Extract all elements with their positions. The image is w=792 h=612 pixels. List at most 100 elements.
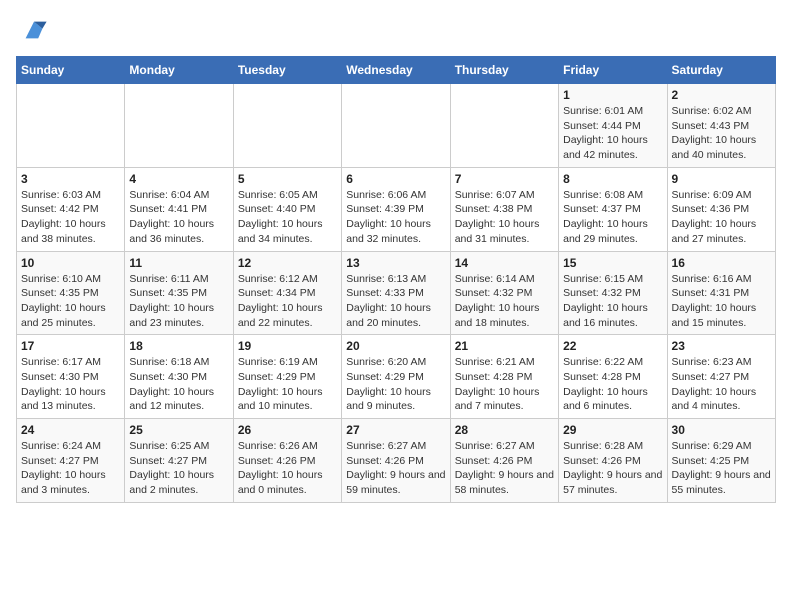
calendar-day-cell: 29 Sunrise: 6:28 AM Sunset: 4:26 PM Dayli…	[559, 419, 667, 503]
calendar-day-cell: 28 Sunrise: 6:27 AM Sunset: 4:26 PM Dayli…	[450, 419, 558, 503]
day-info: Sunrise: 6:28 AM Sunset: 4:26 PM Dayligh…	[563, 439, 662, 498]
day-number: 9	[672, 172, 771, 186]
day-number: 11	[129, 256, 228, 270]
calendar-day-cell: 15 Sunrise: 6:15 AM Sunset: 4:32 PM Dayli…	[559, 251, 667, 335]
day-info: Sunrise: 6:11 AM Sunset: 4:35 PM Dayligh…	[129, 272, 228, 331]
logo-icon	[20, 16, 48, 44]
calendar-day-cell: 6 Sunrise: 6:06 AM Sunset: 4:39 PM Daylig…	[342, 167, 450, 251]
day-number: 29	[563, 423, 662, 437]
calendar-day-cell	[450, 84, 558, 168]
calendar-day-header: Sunday	[17, 57, 125, 84]
calendar-week-row: 1 Sunrise: 6:01 AM Sunset: 4:44 PM Daylig…	[17, 84, 776, 168]
day-number: 14	[455, 256, 554, 270]
calendar-day-cell: 3 Sunrise: 6:03 AM Sunset: 4:42 PM Daylig…	[17, 167, 125, 251]
day-info: Sunrise: 6:18 AM Sunset: 4:30 PM Dayligh…	[129, 355, 228, 414]
calendar-week-row: 24Sunrise: 6:24 AM Sunset: 4:27 PM Dayli…	[17, 419, 776, 503]
day-info: Sunrise: 6:10 AM Sunset: 4:35 PM Dayligh…	[21, 272, 120, 331]
calendar-day-header: Tuesday	[233, 57, 341, 84]
calendar-day-cell: 1 Sunrise: 6:01 AM Sunset: 4:44 PM Daylig…	[559, 84, 667, 168]
day-number: 3	[21, 172, 120, 186]
calendar-day-cell: 10 Sunrise: 6:10 AM Sunset: 4:35 PM Dayli…	[17, 251, 125, 335]
calendar-day-cell: 17 Sunrise: 6:17 AM Sunset: 4:30 PM Dayli…	[17, 335, 125, 419]
day-number: 2	[672, 88, 771, 102]
calendar-day-cell: 8 Sunrise: 6:08 AM Sunset: 4:37 PM Daylig…	[559, 167, 667, 251]
day-info: Sunrise: 6:17 AM Sunset: 4:30 PM Dayligh…	[21, 355, 120, 414]
calendar-week-row: 3 Sunrise: 6:03 AM Sunset: 4:42 PM Daylig…	[17, 167, 776, 251]
day-info: Sunrise: 6:26 AM Sunset: 4:26 PM Dayligh…	[238, 439, 337, 498]
day-info: Sunrise: 6:20 AM Sunset: 4:29 PM Dayligh…	[346, 355, 445, 414]
calendar-day-cell: 22Sunrise: 6:22 AM Sunset: 4:28 PM Dayli…	[559, 335, 667, 419]
day-number: 15	[563, 256, 662, 270]
day-info: Sunrise: 6:27 AM Sunset: 4:26 PM Dayligh…	[346, 439, 445, 498]
calendar-day-cell: 20 Sunrise: 6:20 AM Sunset: 4:29 PM Dayli…	[342, 335, 450, 419]
calendar-day-header: Saturday	[667, 57, 775, 84]
calendar-day-cell: 23Sunrise: 6:23 AM Sunset: 4:27 PM Dayli…	[667, 335, 775, 419]
day-number: 30	[672, 423, 771, 437]
day-info: Sunrise: 6:25 AM Sunset: 4:27 PM Dayligh…	[129, 439, 228, 498]
day-number: 20	[346, 339, 445, 353]
calendar-day-cell	[342, 84, 450, 168]
calendar-day-cell: 27 Sunrise: 6:27 AM Sunset: 4:26 PM Dayli…	[342, 419, 450, 503]
day-info: Sunrise: 6:08 AM Sunset: 4:37 PM Dayligh…	[563, 188, 662, 247]
calendar-table: SundayMondayTuesdayWednesdayThursdayFrid…	[16, 56, 776, 503]
day-info: Sunrise: 6:27 AM Sunset: 4:26 PM Dayligh…	[455, 439, 554, 498]
day-info: Sunrise: 6:02 AM Sunset: 4:43 PM Dayligh…	[672, 104, 771, 163]
day-info: Sunrise: 6:07 AM Sunset: 4:38 PM Dayligh…	[455, 188, 554, 247]
day-number: 19	[238, 339, 337, 353]
day-info: Sunrise: 6:13 AM Sunset: 4:33 PM Dayligh…	[346, 272, 445, 331]
page-header	[16, 16, 776, 44]
logo	[16, 16, 48, 44]
day-info: Sunrise: 6:04 AM Sunset: 4:41 PM Dayligh…	[129, 188, 228, 247]
calendar-day-cell: 13 Sunrise: 6:13 AM Sunset: 4:33 PM Dayli…	[342, 251, 450, 335]
day-info: Sunrise: 6:12 AM Sunset: 4:34 PM Dayligh…	[238, 272, 337, 331]
calendar-day-cell: 11 Sunrise: 6:11 AM Sunset: 4:35 PM Dayli…	[125, 251, 233, 335]
day-number: 5	[238, 172, 337, 186]
day-info: Sunrise: 6:03 AM Sunset: 4:42 PM Dayligh…	[21, 188, 120, 247]
day-number: 13	[346, 256, 445, 270]
day-number: 6	[346, 172, 445, 186]
day-info: Sunrise: 6:19 AM Sunset: 4:29 PM Dayligh…	[238, 355, 337, 414]
day-number: 8	[563, 172, 662, 186]
day-number: 26	[238, 423, 337, 437]
day-info: Sunrise: 6:16 AM Sunset: 4:31 PM Dayligh…	[672, 272, 771, 331]
calendar-week-row: 10 Sunrise: 6:10 AM Sunset: 4:35 PM Dayli…	[17, 251, 776, 335]
calendar-day-header: Thursday	[450, 57, 558, 84]
day-info: Sunrise: 6:01 AM Sunset: 4:44 PM Dayligh…	[563, 104, 662, 163]
calendar-day-cell: 7 Sunrise: 6:07 AM Sunset: 4:38 PM Daylig…	[450, 167, 558, 251]
day-number: 23	[672, 339, 771, 353]
day-info: Sunrise: 6:21 AM Sunset: 4:28 PM Dayligh…	[455, 355, 554, 414]
day-info: Sunrise: 6:09 AM Sunset: 4:36 PM Dayligh…	[672, 188, 771, 247]
calendar-day-cell	[125, 84, 233, 168]
day-info: Sunrise: 6:29 AM Sunset: 4:25 PM Dayligh…	[672, 439, 771, 498]
calendar-day-cell: 18 Sunrise: 6:18 AM Sunset: 4:30 PM Dayli…	[125, 335, 233, 419]
calendar-day-cell	[17, 84, 125, 168]
calendar-day-header: Wednesday	[342, 57, 450, 84]
day-info: Sunrise: 6:06 AM Sunset: 4:39 PM Dayligh…	[346, 188, 445, 247]
calendar-day-cell: 5Sunrise: 6:05 AM Sunset: 4:40 PM Daylig…	[233, 167, 341, 251]
day-number: 27	[346, 423, 445, 437]
calendar-day-cell: 9 Sunrise: 6:09 AM Sunset: 4:36 PM Daylig…	[667, 167, 775, 251]
day-number: 4	[129, 172, 228, 186]
day-number: 21	[455, 339, 554, 353]
day-info: Sunrise: 6:14 AM Sunset: 4:32 PM Dayligh…	[455, 272, 554, 331]
day-number: 12	[238, 256, 337, 270]
calendar-day-header: Monday	[125, 57, 233, 84]
calendar-day-cell: 12 Sunrise: 6:12 AM Sunset: 4:34 PM Dayli…	[233, 251, 341, 335]
calendar-day-cell: 26 Sunrise: 6:26 AM Sunset: 4:26 PM Dayli…	[233, 419, 341, 503]
day-number: 18	[129, 339, 228, 353]
calendar-day-cell: 16Sunrise: 6:16 AM Sunset: 4:31 PM Dayli…	[667, 251, 775, 335]
calendar-day-cell: 24Sunrise: 6:24 AM Sunset: 4:27 PM Dayli…	[17, 419, 125, 503]
calendar-day-cell: 21 Sunrise: 6:21 AM Sunset: 4:28 PM Dayli…	[450, 335, 558, 419]
day-info: Sunrise: 6:24 AM Sunset: 4:27 PM Dayligh…	[21, 439, 120, 498]
day-info: Sunrise: 6:15 AM Sunset: 4:32 PM Dayligh…	[563, 272, 662, 331]
calendar-week-row: 17 Sunrise: 6:17 AM Sunset: 4:30 PM Dayli…	[17, 335, 776, 419]
day-number: 7	[455, 172, 554, 186]
day-number: 17	[21, 339, 120, 353]
day-number: 10	[21, 256, 120, 270]
calendar-day-cell: 25Sunrise: 6:25 AM Sunset: 4:27 PM Dayli…	[125, 419, 233, 503]
day-number: 1	[563, 88, 662, 102]
calendar-day-header: Friday	[559, 57, 667, 84]
calendar-day-cell: 30 Sunrise: 6:29 AM Sunset: 4:25 PM Dayli…	[667, 419, 775, 503]
day-number: 28	[455, 423, 554, 437]
calendar-day-cell: 19 Sunrise: 6:19 AM Sunset: 4:29 PM Dayli…	[233, 335, 341, 419]
